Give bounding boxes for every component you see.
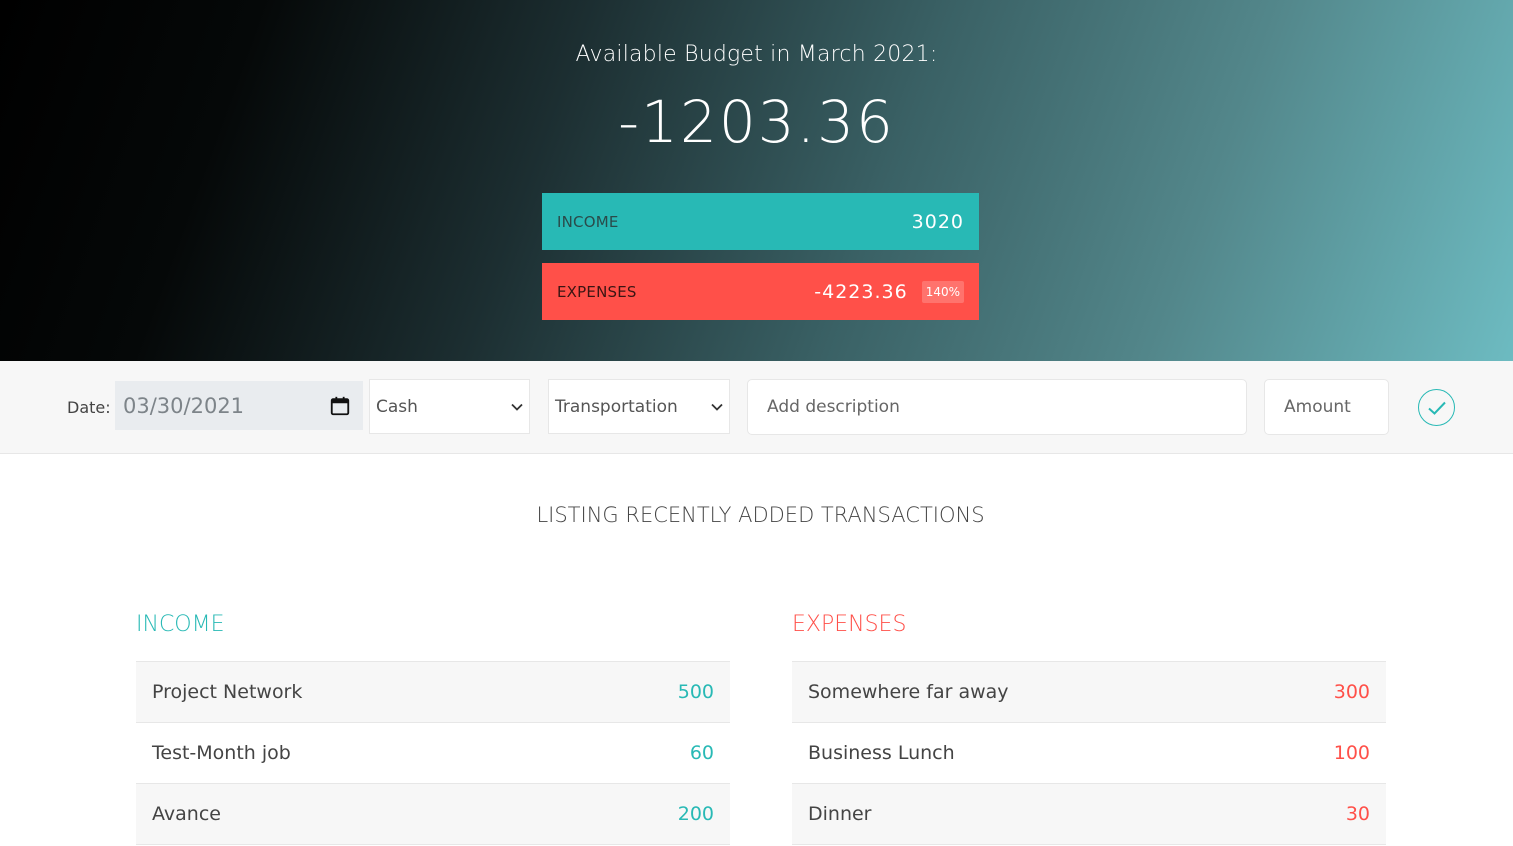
expenses-list-title: Expenses xyxy=(792,612,1386,662)
expense-item-description: Dinner xyxy=(808,803,872,825)
budget-header: Available Budget in March 2021: -1203.36… xyxy=(0,0,1513,361)
expenses-summary: Expenses -4223.36 140% xyxy=(542,263,979,320)
income-summary-value: 3020 xyxy=(911,210,964,233)
payment-method-value: Cash xyxy=(376,396,418,417)
expense-item[interactable]: Somewhere far away 300 xyxy=(792,662,1386,723)
expense-item[interactable]: Business Lunch 100 xyxy=(792,723,1386,784)
income-list: Income Project Network 500 Test-Month jo… xyxy=(136,612,730,845)
income-list-title: Income xyxy=(136,612,730,662)
income-item[interactable]: Avance 200 xyxy=(136,784,730,845)
description-placeholder: Add description xyxy=(767,397,900,417)
budget-value: -1203.36 xyxy=(618,88,895,156)
income-summary-label: Income xyxy=(557,212,619,231)
income-item-value: 500 xyxy=(677,681,714,703)
expenses-summary-value: -4223.36 xyxy=(814,280,908,303)
expenses-summary-label: Expenses xyxy=(557,282,637,301)
expenses-list: Expenses Somewhere far away 300 Business… xyxy=(792,612,1386,845)
expense-item-value: 30 xyxy=(1345,803,1370,825)
income-item-description: Project Network xyxy=(152,681,303,703)
add-transaction-button[interactable] xyxy=(1418,389,1455,426)
amount-placeholder: Amount xyxy=(1284,397,1351,417)
date-label: Date: xyxy=(67,398,111,417)
expense-item[interactable]: Dinner 30 xyxy=(792,784,1386,845)
income-item[interactable]: Test-Month job 60 xyxy=(136,723,730,784)
income-summary: Income 3020 xyxy=(542,193,979,250)
expense-item-description: Somewhere far away xyxy=(808,681,1009,703)
income-item-description: Avance xyxy=(152,803,221,825)
add-transaction-bar: Date: 03/30/2021 Cash Transportation Add… xyxy=(0,361,1513,454)
payment-method-select[interactable]: Cash xyxy=(369,379,530,434)
category-select[interactable]: Transportation xyxy=(548,379,730,434)
chevron-down-icon xyxy=(511,403,523,411)
description-input[interactable]: Add description xyxy=(747,379,1247,435)
chevron-down-icon xyxy=(711,403,723,411)
listing-title: Listing recently added transactions xyxy=(536,503,985,527)
calendar-icon[interactable] xyxy=(329,395,351,417)
income-item[interactable]: Project Network 500 xyxy=(136,662,730,723)
category-value: Transportation xyxy=(555,396,678,417)
expense-item-value: 300 xyxy=(1333,681,1370,703)
income-item-value: 60 xyxy=(689,742,714,764)
income-item-description: Test-Month job xyxy=(152,742,291,764)
date-input-value: 03/30/2021 xyxy=(123,393,245,418)
check-circle-icon xyxy=(1427,401,1446,415)
expense-item-description: Business Lunch xyxy=(808,742,955,764)
date-input[interactable]: 03/30/2021 xyxy=(115,381,363,430)
budget-title: Available Budget in March 2021: xyxy=(575,42,938,67)
income-item-value: 200 xyxy=(677,803,714,825)
expense-item-value: 100 xyxy=(1333,742,1370,764)
expenses-percentage-badge: 140% xyxy=(921,280,964,303)
amount-input[interactable]: Amount xyxy=(1264,379,1389,435)
